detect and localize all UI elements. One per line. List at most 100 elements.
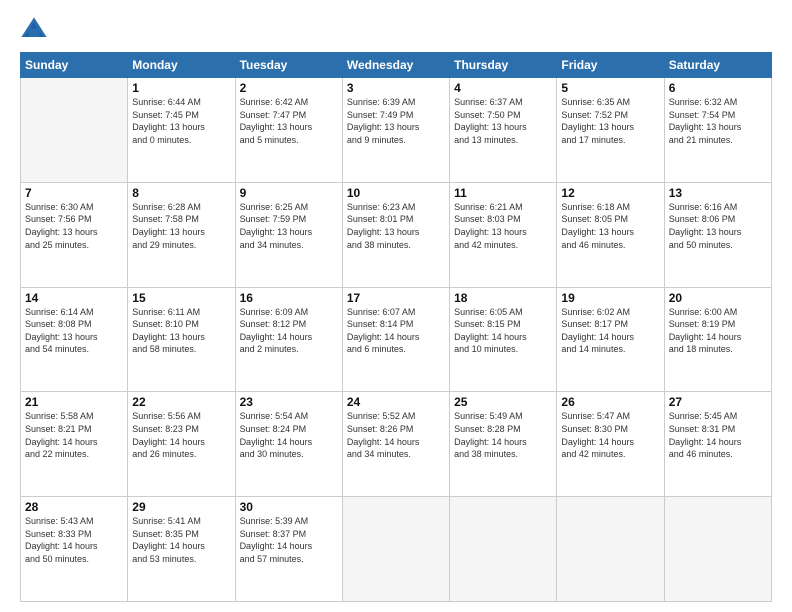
calendar-cell: 3Sunrise: 6:39 AM Sunset: 7:49 PM Daylig… [342,78,449,183]
calendar-header-thursday: Thursday [450,53,557,78]
calendar-cell: 25Sunrise: 5:49 AM Sunset: 8:28 PM Dayli… [450,392,557,497]
calendar-header-sunday: Sunday [21,53,128,78]
calendar-cell [664,497,771,602]
day-info: Sunrise: 5:52 AM Sunset: 8:26 PM Dayligh… [347,410,445,460]
calendar-cell: 27Sunrise: 5:45 AM Sunset: 8:31 PM Dayli… [664,392,771,497]
day-number: 2 [240,81,338,95]
day-number: 26 [561,395,659,409]
calendar-cell: 9Sunrise: 6:25 AM Sunset: 7:59 PM Daylig… [235,182,342,287]
day-number: 19 [561,291,659,305]
day-number: 18 [454,291,552,305]
day-number: 20 [669,291,767,305]
day-number: 4 [454,81,552,95]
header [20,16,772,44]
day-number: 3 [347,81,445,95]
calendar-cell [342,497,449,602]
day-info: Sunrise: 6:14 AM Sunset: 8:08 PM Dayligh… [25,306,123,356]
day-info: Sunrise: 6:00 AM Sunset: 8:19 PM Dayligh… [669,306,767,356]
calendar-cell: 5Sunrise: 6:35 AM Sunset: 7:52 PM Daylig… [557,78,664,183]
calendar-cell: 2Sunrise: 6:42 AM Sunset: 7:47 PM Daylig… [235,78,342,183]
day-info: Sunrise: 6:09 AM Sunset: 8:12 PM Dayligh… [240,306,338,356]
day-number: 6 [669,81,767,95]
day-number: 12 [561,186,659,200]
calendar-cell [21,78,128,183]
calendar-cell [557,497,664,602]
day-number: 13 [669,186,767,200]
calendar-cell: 30Sunrise: 5:39 AM Sunset: 8:37 PM Dayli… [235,497,342,602]
day-number: 22 [132,395,230,409]
day-number: 15 [132,291,230,305]
day-info: Sunrise: 6:11 AM Sunset: 8:10 PM Dayligh… [132,306,230,356]
calendar-cell: 19Sunrise: 6:02 AM Sunset: 8:17 PM Dayli… [557,287,664,392]
calendar-week-row: 14Sunrise: 6:14 AM Sunset: 8:08 PM Dayli… [21,287,772,392]
general-blue-icon [20,16,48,44]
calendar-header-row: SundayMondayTuesdayWednesdayThursdayFrid… [21,53,772,78]
calendar-cell [450,497,557,602]
day-number: 16 [240,291,338,305]
calendar-cell: 21Sunrise: 5:58 AM Sunset: 8:21 PM Dayli… [21,392,128,497]
day-number: 21 [25,395,123,409]
calendar-week-row: 28Sunrise: 5:43 AM Sunset: 8:33 PM Dayli… [21,497,772,602]
day-number: 27 [669,395,767,409]
calendar-header-saturday: Saturday [664,53,771,78]
day-number: 24 [347,395,445,409]
day-number: 1 [132,81,230,95]
calendar-cell: 14Sunrise: 6:14 AM Sunset: 8:08 PM Dayli… [21,287,128,392]
day-number: 28 [25,500,123,514]
calendar-header-tuesday: Tuesday [235,53,342,78]
day-number: 5 [561,81,659,95]
calendar-week-row: 1Sunrise: 6:44 AM Sunset: 7:45 PM Daylig… [21,78,772,183]
day-number: 23 [240,395,338,409]
calendar-cell: 10Sunrise: 6:23 AM Sunset: 8:01 PM Dayli… [342,182,449,287]
day-info: Sunrise: 6:35 AM Sunset: 7:52 PM Dayligh… [561,96,659,146]
calendar-cell: 7Sunrise: 6:30 AM Sunset: 7:56 PM Daylig… [21,182,128,287]
calendar-cell: 1Sunrise: 6:44 AM Sunset: 7:45 PM Daylig… [128,78,235,183]
day-info: Sunrise: 6:18 AM Sunset: 8:05 PM Dayligh… [561,201,659,251]
calendar-cell: 20Sunrise: 6:00 AM Sunset: 8:19 PM Dayli… [664,287,771,392]
calendar-week-row: 21Sunrise: 5:58 AM Sunset: 8:21 PM Dayli… [21,392,772,497]
day-info: Sunrise: 6:21 AM Sunset: 8:03 PM Dayligh… [454,201,552,251]
logo [20,16,54,44]
calendar-cell: 23Sunrise: 5:54 AM Sunset: 8:24 PM Dayli… [235,392,342,497]
calendar-cell: 4Sunrise: 6:37 AM Sunset: 7:50 PM Daylig… [450,78,557,183]
calendar-table: SundayMondayTuesdayWednesdayThursdayFrid… [20,52,772,602]
day-number: 11 [454,186,552,200]
day-info: Sunrise: 6:37 AM Sunset: 7:50 PM Dayligh… [454,96,552,146]
day-info: Sunrise: 5:39 AM Sunset: 8:37 PM Dayligh… [240,515,338,565]
day-info: Sunrise: 6:07 AM Sunset: 8:14 PM Dayligh… [347,306,445,356]
day-number: 29 [132,500,230,514]
calendar-cell: 17Sunrise: 6:07 AM Sunset: 8:14 PM Dayli… [342,287,449,392]
day-info: Sunrise: 6:23 AM Sunset: 8:01 PM Dayligh… [347,201,445,251]
day-info: Sunrise: 6:16 AM Sunset: 8:06 PM Dayligh… [669,201,767,251]
calendar-cell: 6Sunrise: 6:32 AM Sunset: 7:54 PM Daylig… [664,78,771,183]
day-info: Sunrise: 6:44 AM Sunset: 7:45 PM Dayligh… [132,96,230,146]
calendar-header-monday: Monday [128,53,235,78]
calendar-header-wednesday: Wednesday [342,53,449,78]
calendar-cell: 28Sunrise: 5:43 AM Sunset: 8:33 PM Dayli… [21,497,128,602]
calendar-cell: 12Sunrise: 6:18 AM Sunset: 8:05 PM Dayli… [557,182,664,287]
day-info: Sunrise: 5:47 AM Sunset: 8:30 PM Dayligh… [561,410,659,460]
day-info: Sunrise: 6:39 AM Sunset: 7:49 PM Dayligh… [347,96,445,146]
day-info: Sunrise: 6:25 AM Sunset: 7:59 PM Dayligh… [240,201,338,251]
calendar-cell: 22Sunrise: 5:56 AM Sunset: 8:23 PM Dayli… [128,392,235,497]
day-info: Sunrise: 5:45 AM Sunset: 8:31 PM Dayligh… [669,410,767,460]
calendar-week-row: 7Sunrise: 6:30 AM Sunset: 7:56 PM Daylig… [21,182,772,287]
day-info: Sunrise: 6:32 AM Sunset: 7:54 PM Dayligh… [669,96,767,146]
calendar-cell: 8Sunrise: 6:28 AM Sunset: 7:58 PM Daylig… [128,182,235,287]
day-info: Sunrise: 5:43 AM Sunset: 8:33 PM Dayligh… [25,515,123,565]
day-number: 8 [132,186,230,200]
day-number: 14 [25,291,123,305]
calendar-cell: 13Sunrise: 6:16 AM Sunset: 8:06 PM Dayli… [664,182,771,287]
day-info: Sunrise: 6:05 AM Sunset: 8:15 PM Dayligh… [454,306,552,356]
day-number: 17 [347,291,445,305]
day-info: Sunrise: 6:02 AM Sunset: 8:17 PM Dayligh… [561,306,659,356]
day-info: Sunrise: 5:56 AM Sunset: 8:23 PM Dayligh… [132,410,230,460]
day-number: 30 [240,500,338,514]
calendar-cell: 18Sunrise: 6:05 AM Sunset: 8:15 PM Dayli… [450,287,557,392]
day-number: 9 [240,186,338,200]
day-number: 7 [25,186,123,200]
day-info: Sunrise: 5:58 AM Sunset: 8:21 PM Dayligh… [25,410,123,460]
calendar-header-friday: Friday [557,53,664,78]
day-number: 10 [347,186,445,200]
calendar-cell: 11Sunrise: 6:21 AM Sunset: 8:03 PM Dayli… [450,182,557,287]
